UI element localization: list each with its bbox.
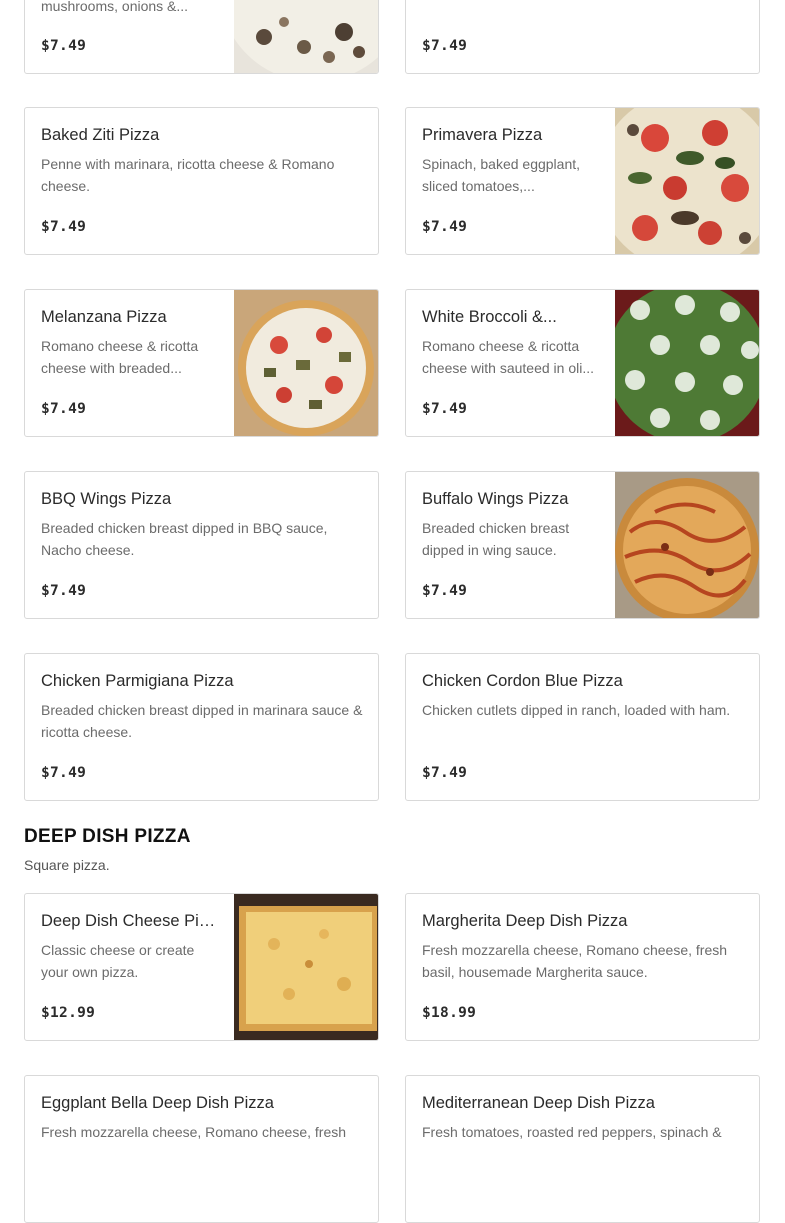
item-name: Margherita Deep Dish Pizza [422, 912, 628, 930]
item-price: $7.49 [422, 219, 468, 235]
item-description: Romano cheese & ricotta cheese with brea… [41, 338, 199, 376]
melanzana-pizza-photo [234, 290, 378, 436]
primavera-pizza-photo [615, 108, 759, 254]
menu-item-card[interactable]: Mediterranean Deep Dish Pizza Fresh toma… [405, 1075, 760, 1223]
menu-item-card[interactable]: Buffalo Wings Pizza Breaded chicken brea… [405, 471, 760, 619]
item-name: Mediterranean Deep Dish Pizza [422, 1094, 655, 1112]
item-price: $7.49 [41, 38, 87, 54]
item-name: White Broccoli &... [422, 308, 557, 326]
item-description: Breaded chicken breast dipped in wing sa… [422, 520, 570, 558]
deep-dish-cheese-photo [234, 894, 378, 1040]
item-name: Deep Dish Cheese Pizza [41, 912, 221, 930]
menu-item-card[interactable]: Chicken Cordon Blue Pizza Chicken cutlet… [405, 653, 760, 801]
item-price: $7.49 [41, 401, 87, 417]
section-subtitle: Square pizza. [24, 857, 110, 873]
item-description: Chicken cutlets dipped in ranch, loaded … [422, 702, 731, 718]
section-title: DEEP DISH PIZZA [24, 826, 191, 847]
item-description: Spinach, baked eggplant, sliced tomatoes… [422, 156, 581, 194]
item-name: Eggplant Bella Deep Dish Pizza [41, 1094, 274, 1112]
menu-item-card[interactable]: $7.49 [405, 0, 760, 74]
item-price: $7.49 [422, 38, 468, 54]
item-price: $7.49 [422, 583, 468, 599]
mushroom-pizza-photo [234, 0, 378, 73]
item-description: Fresh mozzarella cheese, Romano cheese, … [41, 1124, 347, 1140]
broccoli-pizza-photo [615, 290, 759, 436]
item-price: $12.99 [41, 1005, 96, 1021]
item-description: Fresh tomatoes, roasted red peppers, spi… [422, 1124, 722, 1140]
item-name: Baked Ziti Pizza [41, 126, 160, 144]
item-name: Buffalo Wings Pizza [422, 490, 569, 508]
item-price: $7.49 [41, 583, 87, 599]
menu-item-card[interactable]: BBQ Wings Pizza Breaded chicken breast d… [24, 471, 379, 619]
item-description: mushrooms, onions &... [41, 0, 189, 14]
item-description: Penne with marinara, ricotta cheese & Ro… [41, 156, 335, 194]
item-name: Melanzana Pizza [41, 308, 167, 326]
item-name: Chicken Cordon Blue Pizza [422, 672, 623, 690]
item-description: Classic cheese or create your own pizza. [41, 942, 195, 980]
item-price: $7.49 [422, 765, 468, 781]
menu-item-card[interactable]: Melanzana Pizza Romano cheese & ricotta … [24, 289, 379, 437]
item-description: Fresh mozzarella cheese, Romano cheese, … [422, 942, 728, 980]
menu-item-card[interactable]: mushrooms, onions &... $7.49 [24, 0, 379, 74]
item-name: Primavera Pizza [422, 126, 543, 144]
menu-item-card[interactable]: Primavera Pizza Spinach, baked eggplant,… [405, 107, 760, 255]
menu-item-card[interactable]: Margherita Deep Dish Pizza Fresh mozzare… [405, 893, 760, 1041]
menu-item-card[interactable]: Baked Ziti Pizza Penne with marinara, ri… [24, 107, 379, 255]
item-price: $7.49 [422, 401, 468, 417]
item-description: Romano cheese & ricotta cheese with saut… [422, 338, 594, 376]
item-description: Breaded chicken breast dipped in BBQ sau… [41, 520, 328, 558]
item-price: $7.49 [41, 765, 87, 781]
item-name: Chicken Parmigiana Pizza [41, 672, 234, 690]
item-price: $18.99 [422, 1005, 477, 1021]
buffalo-pizza-photo [615, 472, 759, 618]
item-name: BBQ Wings Pizza [41, 490, 172, 508]
menu-item-card[interactable]: Deep Dish Cheese Pizza Classic cheese or… [24, 893, 379, 1041]
menu-item-card[interactable]: White Broccoli &... Romano cheese & rico… [405, 289, 760, 437]
menu-item-card[interactable]: Chicken Parmigiana Pizza Breaded chicken… [24, 653, 379, 801]
item-price: $7.49 [41, 219, 87, 235]
item-description: Breaded chicken breast dipped in marinar… [41, 702, 363, 740]
menu-item-card[interactable]: Eggplant Bella Deep Dish Pizza Fresh moz… [24, 1075, 379, 1223]
